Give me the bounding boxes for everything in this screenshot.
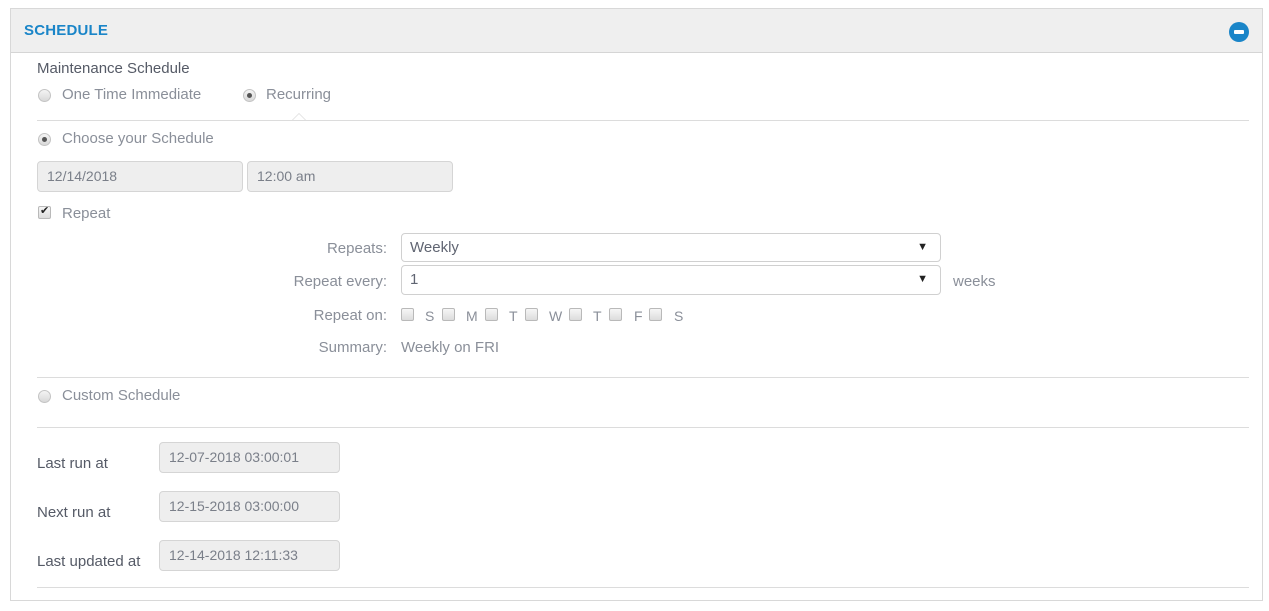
repeats-select[interactable]: Weekly ▼ — [401, 233, 941, 262]
one-time-immediate-label[interactable]: One Time Immediate — [62, 86, 201, 103]
day-checkbox-thu[interactable] — [569, 308, 582, 321]
divider — [37, 120, 1249, 121]
panel-title: SCHEDULE — [24, 22, 109, 39]
last-updated-label: Last updated at — [37, 553, 141, 570]
repeat-label[interactable]: Repeat — [62, 205, 110, 222]
day-label-mon: M — [466, 308, 478, 324]
repeat-every-select[interactable]: 1 ▼ — [401, 265, 941, 295]
day-checkbox-tue[interactable] — [485, 308, 498, 321]
next-run-label: Next run at — [37, 504, 111, 521]
custom-schedule-label[interactable]: Custom Schedule — [62, 387, 180, 404]
last-updated-field: 12-14-2018 12:11:33 — [159, 540, 340, 571]
repeat-on-label: Repeat on: — [313, 307, 387, 324]
repeat-checkbox[interactable] — [38, 204, 51, 219]
one-time-immediate-radio[interactable] — [38, 89, 51, 102]
minus-circle-icon[interactable] — [1229, 22, 1249, 42]
date-input[interactable]: 12/14/2018 — [37, 161, 243, 192]
divider — [37, 587, 1249, 588]
maintenance-schedule-label: Maintenance Schedule — [37, 60, 190, 77]
last-run-field: 12-07-2018 03:00:01 — [159, 442, 340, 473]
day-label-sat: S — [674, 308, 684, 324]
schedule-panel: SCHEDULE Maintenance Schedule One Time I… — [10, 8, 1263, 601]
divider — [37, 377, 1249, 378]
recurring-label[interactable]: Recurring — [266, 86, 331, 103]
repeat-every-unit: weeks — [953, 273, 996, 290]
day-checkbox-sun[interactable] — [401, 308, 414, 321]
day-checkbox-fri[interactable] — [609, 308, 622, 321]
repeat-every-value: 1 — [410, 271, 419, 288]
choose-schedule-label[interactable]: Choose your Schedule — [62, 130, 214, 147]
repeats-label: Repeats: — [326, 240, 387, 257]
recurring-radio[interactable] — [243, 89, 256, 102]
day-checkbox-mon[interactable] — [442, 308, 455, 321]
last-run-label: Last run at — [37, 455, 108, 472]
day-label-sun: S — [425, 308, 435, 324]
day-label-wed: W — [549, 308, 563, 324]
day-checkbox-wed[interactable] — [525, 308, 538, 321]
repeats-value: Weekly — [410, 239, 459, 256]
panel-header[interactable]: SCHEDULE — [11, 9, 1262, 53]
dropdown-arrow-icon: ▼ — [917, 241, 928, 253]
dropdown-arrow-icon: ▼ — [917, 273, 928, 285]
day-checkbox-sat[interactable] — [649, 308, 662, 321]
recurring-pointer — [292, 113, 306, 120]
custom-schedule-radio[interactable] — [38, 390, 51, 403]
divider — [37, 427, 1249, 428]
time-input[interactable]: 12:00 am — [247, 161, 453, 192]
repeat-every-label: Repeat every: — [293, 273, 387, 290]
day-label-thu: T — [593, 308, 602, 324]
day-label-fri: F — [634, 308, 643, 324]
summary-value: Weekly on FRI — [401, 339, 500, 356]
next-run-field: 12-15-2018 03:00:00 — [159, 491, 340, 522]
summary-label: Summary: — [318, 339, 387, 356]
day-label-tue: T — [509, 308, 518, 324]
choose-schedule-radio[interactable] — [38, 133, 51, 146]
